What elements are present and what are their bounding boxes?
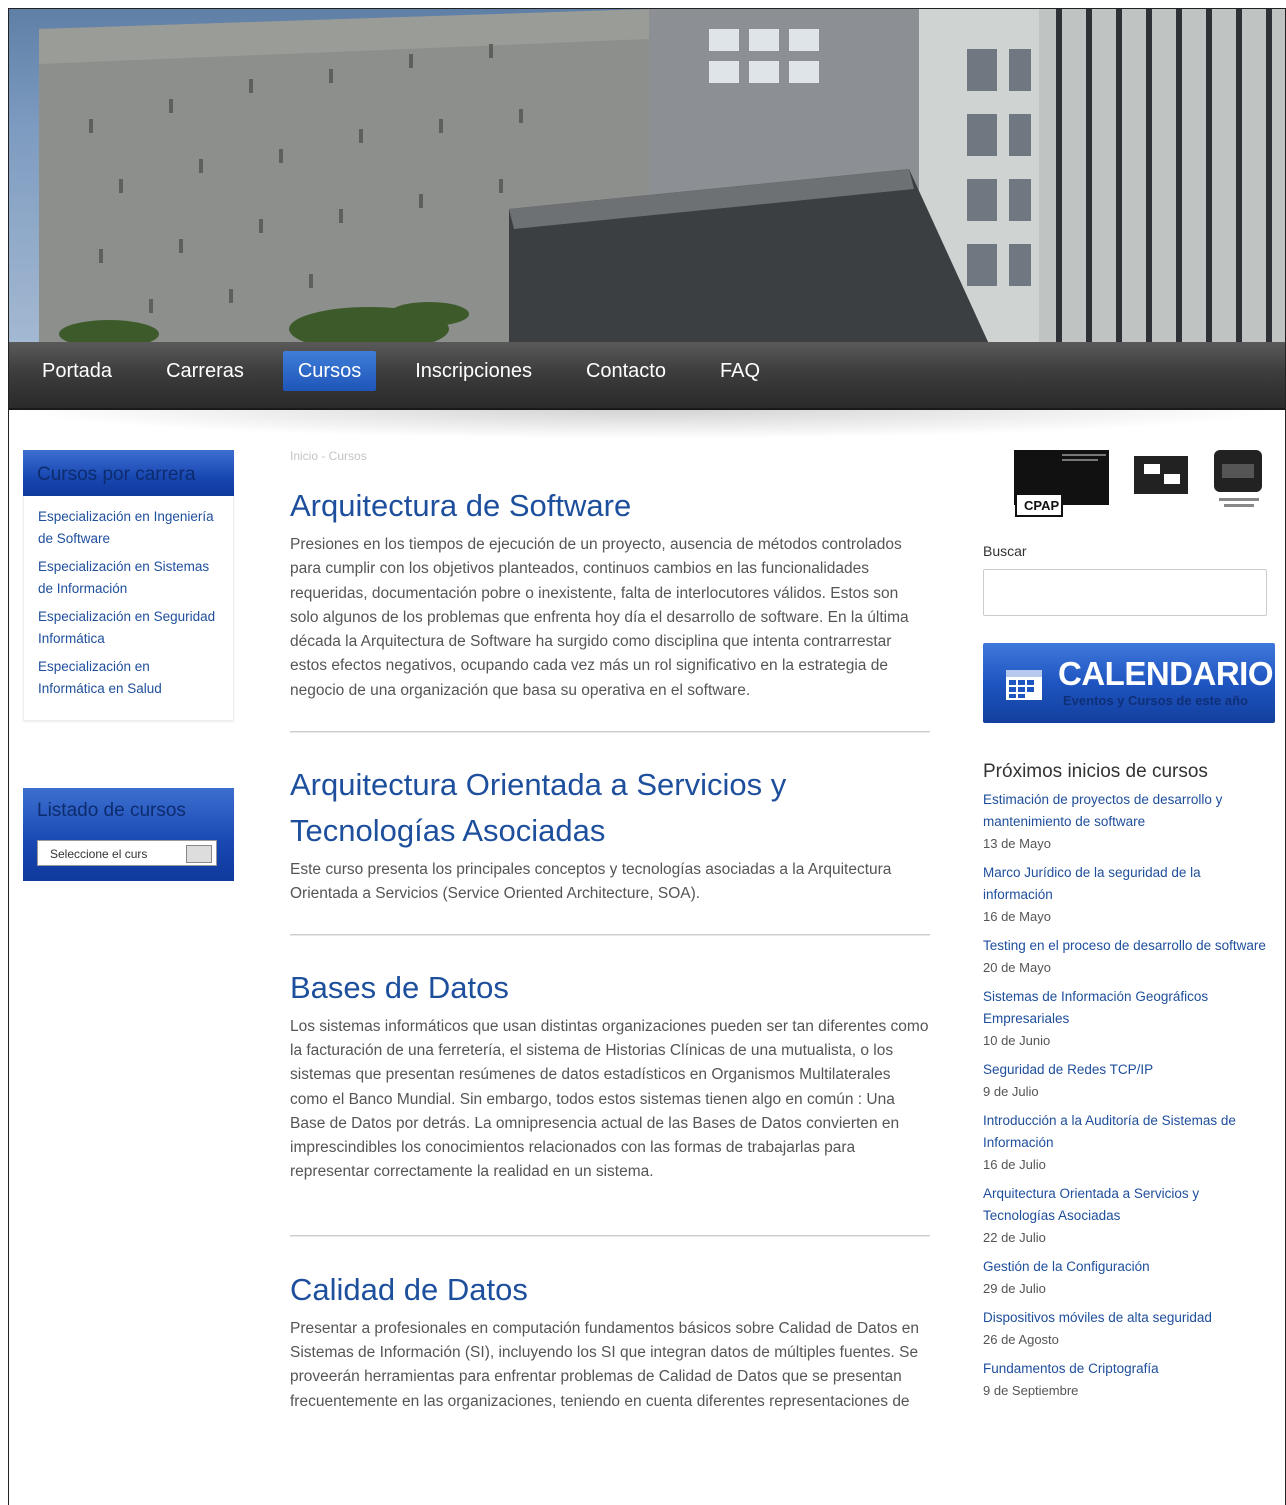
- course-item: Bases de Datos Los sistemas informáticos…: [290, 965, 930, 1185]
- upcoming-course-date: 9 de Julio: [983, 1084, 1039, 1099]
- list-item: Estimación de proyectos de desarrollo y …: [983, 789, 1273, 855]
- header-banner-image: [9, 9, 1285, 344]
- upcoming-course-date: 13 de Mayo: [983, 836, 1051, 851]
- upcoming-course-link[interactable]: Estimación de proyectos de desarrollo y …: [983, 789, 1273, 833]
- course-select[interactable]: Seleccione el curs: [37, 840, 217, 866]
- list-item: Arquitectura Orientada a Servicios y Tec…: [983, 1183, 1273, 1249]
- sidebar-link-sistemas-informacion[interactable]: Especialización en Sistemas de Informaci…: [38, 556, 219, 600]
- course-item: Arquitectura Orientada a Servicios y Tec…: [290, 762, 930, 907]
- nav-shadow: [9, 409, 1285, 439]
- upcoming-course-link[interactable]: Arquitectura Orientada a Servicios y Tec…: [983, 1183, 1273, 1227]
- course-description: Este curso presenta los principales conc…: [290, 861, 892, 903]
- list-item: Introducción a la Auditoría de Sistemas …: [983, 1110, 1273, 1176]
- nav-item-carreras[interactable]: Carreras: [151, 351, 259, 391]
- calendar-icon: [1006, 670, 1042, 700]
- dropdown-button[interactable]: [186, 845, 212, 863]
- nav-item-faq[interactable]: FAQ: [705, 351, 775, 391]
- course-select-value: Seleccione el curs: [50, 847, 148, 861]
- list-item: Gestión de la Configuración 29 de Julio: [983, 1256, 1273, 1300]
- upcoming-course-link[interactable]: Testing en el proceso de desarrollo de s…: [983, 935, 1273, 957]
- course-item: Calidad de Datos Presentar a profesional…: [290, 1267, 930, 1414]
- upcoming-course-date: 29 de Julio: [983, 1281, 1046, 1296]
- sidebar-box-title: Cursos por carrera: [23, 450, 234, 496]
- sidebar-cursos-por-carrera: Cursos por carrera Especialización en In…: [23, 450, 234, 721]
- upcoming-course-link[interactable]: Gestión de la Configuración: [983, 1256, 1273, 1278]
- page-frame: Portada Carreras Cursos Inscripciones Co…: [8, 8, 1286, 1505]
- logos-graphic: [1014, 450, 1262, 517]
- upcoming-course-link[interactable]: Introducción a la Auditoría de Sistemas …: [983, 1110, 1273, 1154]
- search-input[interactable]: [983, 569, 1267, 616]
- divider: [290, 1234, 930, 1237]
- upcoming-course-date: 10 de Junio: [983, 1033, 1051, 1048]
- course-title[interactable]: Calidad de Datos: [290, 1267, 930, 1313]
- list-item: Dispositivos móviles de alta seguridad 26…: [983, 1307, 1273, 1351]
- list-item: Fundamentos de Criptografía 9 de Septiemb…: [983, 1358, 1273, 1402]
- sidebar-box-body: Especialización en Ingeniería de Softwar…: [23, 496, 234, 721]
- nav-item-portada[interactable]: Portada: [27, 351, 127, 391]
- nav-item-inscripciones[interactable]: Inscripciones: [400, 351, 547, 391]
- course-description: Los sistemas informáticos que usan disti…: [290, 1017, 929, 1181]
- main-content: Inicio - Cursos Arquitectura de Software…: [290, 449, 930, 1414]
- proximos-title: Próximos inicios de cursos: [983, 761, 1208, 782]
- upcoming-course-date: 20 de Mayo: [983, 960, 1051, 975]
- nav-list: Portada Carreras Cursos Inscripciones Co…: [27, 351, 799, 399]
- upcoming-course-date: 16 de Julio: [983, 1157, 1046, 1172]
- sidebar-link-seguridad-informatica[interactable]: Especialización en Seguridad Informática: [38, 606, 219, 650]
- list-item: Sistemas de Información Geográficos Empr…: [983, 986, 1273, 1052]
- upcoming-course-date: 9 de Septiembre: [983, 1383, 1079, 1398]
- calendar-button[interactable]: CALENDARIO Eventos y Cursos de este año: [983, 643, 1275, 723]
- proximos-cursos: Próximos inicios de cursos Estimación de…: [983, 761, 1273, 1409]
- nav-item-cursos[interactable]: Cursos: [282, 351, 377, 391]
- nav-item-contacto[interactable]: Contacto: [571, 351, 681, 391]
- building-photo: [39, 9, 1285, 344]
- course-item: Arquitectura de Software Presiones en lo…: [290, 483, 930, 703]
- course-description: Presentar a profesionales en computación…: [290, 1319, 919, 1410]
- course-title[interactable]: Arquitectura de Software: [290, 483, 930, 529]
- list-item: Testing en el proceso de desarrollo de s…: [983, 935, 1273, 979]
- upcoming-course-date: 22 de Julio: [983, 1230, 1046, 1245]
- course-title[interactable]: Arquitectura Orientada a Servicios y Tec…: [290, 762, 930, 854]
- institution-logos: CPAP: [1014, 450, 1269, 525]
- upcoming-course-link[interactable]: Seguridad de Redes TCP/IP: [983, 1059, 1273, 1081]
- upcoming-course-date: 26 de Agosto: [983, 1332, 1059, 1347]
- sidebar-listado-cursos: Listado de cursos Seleccione el curs: [23, 788, 234, 881]
- sidebar-link-informatica-salud[interactable]: Especialización en Informática en Salud: [38, 656, 219, 700]
- cpap-logo-text: CPAP: [1024, 498, 1060, 513]
- upcoming-course-link[interactable]: Dispositivos móviles de alta seguridad: [983, 1307, 1273, 1329]
- divider: [290, 933, 930, 936]
- divider: [290, 731, 930, 734]
- course-description: Presiones en los tiempos de ejecución de…: [290, 536, 909, 699]
- upcoming-course-date: 16 de Mayo: [983, 909, 1051, 924]
- search-label: Buscar: [983, 543, 1027, 559]
- main-nav: Portada Carreras Cursos Inscripciones Co…: [9, 342, 1285, 410]
- breadcrumb[interactable]: Inicio - Cursos: [290, 449, 930, 463]
- upcoming-course-link[interactable]: Fundamentos de Criptografía: [983, 1358, 1273, 1380]
- listado-title: Listado de cursos: [37, 800, 186, 821]
- list-item: Seguridad de Redes TCP/IP 9 de Julio: [983, 1059, 1273, 1103]
- upcoming-course-link[interactable]: Marco Jurídico de la seguridad de la inf…: [983, 862, 1273, 906]
- calendar-subtitle: Eventos y Cursos de este año: [1063, 693, 1248, 708]
- list-item: Marco Jurídico de la seguridad de la inf…: [983, 862, 1273, 928]
- course-title[interactable]: Bases de Datos: [290, 965, 930, 1011]
- calendar-title: CALENDARIO: [1058, 655, 1274, 692]
- upcoming-course-link[interactable]: Sistemas de Información Geográficos Empr…: [983, 986, 1273, 1030]
- sidebar-link-ingenieria-software[interactable]: Especialización en Ingeniería de Softwar…: [38, 506, 219, 550]
